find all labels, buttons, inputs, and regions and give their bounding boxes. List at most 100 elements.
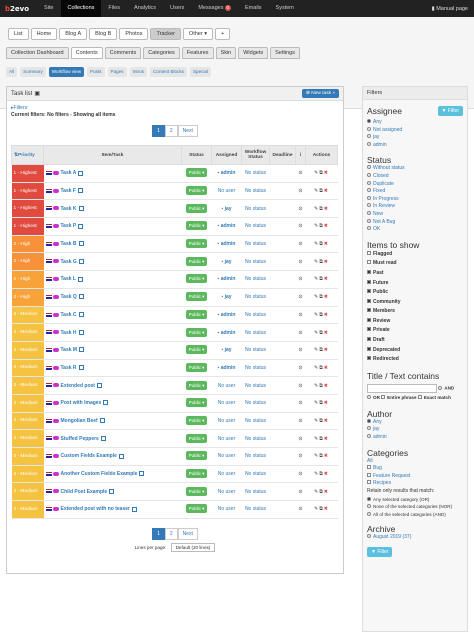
subtab-pages[interactable]: Pages: [107, 67, 127, 77]
info-icon[interactable]: ⊙: [298, 170, 302, 176]
workflow-status-link[interactable]: No status: [245, 365, 266, 371]
info-icon[interactable]: ⊙: [298, 276, 302, 282]
workflow-status-link[interactable]: No status: [245, 206, 266, 212]
priority-cell[interactable]: 3 - Medium: [11, 500, 44, 519]
task-title-link[interactable]: Child Post Example: [61, 489, 108, 495]
manual-page-link[interactable]: ▮ Manual page: [432, 6, 474, 12]
status-dropdown[interactable]: Public ▾: [185, 362, 208, 372]
workflow-status-link[interactable]: No status: [245, 453, 266, 459]
nav-emails[interactable]: Emails: [238, 0, 269, 17]
info-icon[interactable]: ⊙: [298, 206, 302, 212]
task-title-link[interactable]: Task K: [61, 206, 77, 212]
priority-cell[interactable]: 1 - Highest: [11, 182, 44, 201]
assigned-link[interactable]: No user: [218, 506, 236, 512]
status-dropdown[interactable]: Public ▾: [185, 451, 208, 461]
workflow-status-link[interactable]: No status: [245, 276, 266, 282]
assignee-option-3[interactable]: admin: [363, 141, 467, 150]
info-icon[interactable]: ⊙: [298, 188, 302, 194]
items-to-show-1[interactable]: Must read: [363, 259, 467, 269]
info-icon[interactable]: ⊙: [298, 383, 302, 389]
items-to-show-0[interactable]: Flagged: [363, 250, 467, 260]
items-to-show-7[interactable]: Review: [363, 317, 467, 327]
info-icon[interactable]: ⊙: [298, 365, 302, 371]
workflow-status-link[interactable]: No status: [245, 506, 266, 512]
filter-button-top[interactable]: ▼ Filter: [437, 106, 463, 116]
task-title-link[interactable]: Extended post with no teaser: [61, 506, 130, 512]
status-dropdown[interactable]: Public ▾: [185, 239, 208, 249]
col-item-task[interactable]: Item/Task: [43, 145, 182, 165]
task-title-link[interactable]: Task A: [61, 170, 77, 176]
category-feature-request[interactable]: Feature Request: [363, 472, 467, 481]
col-priority[interactable]: ⇅Priority: [11, 145, 44, 165]
tab-settings[interactable]: Settings: [270, 47, 300, 59]
workflow-status-link[interactable]: No status: [245, 418, 266, 424]
tab-widgets[interactable]: Widgets: [238, 47, 269, 59]
priority-cell[interactable]: 3 - Medium: [11, 482, 44, 502]
info-icon[interactable]: ⊙: [298, 506, 302, 512]
edit-small-icon[interactable]: [100, 435, 106, 441]
col-deadline[interactable]: Deadline: [269, 145, 296, 165]
delete-icon[interactable]: ✖: [324, 418, 329, 424]
page-2-button-bottom[interactable]: 2: [164, 527, 178, 540]
info-icon[interactable]: ⊙: [298, 436, 302, 442]
assigned-link[interactable]: admin: [221, 276, 236, 282]
status-option-1[interactable]: Closed: [363, 172, 467, 181]
delete-icon[interactable]: ✖: [324, 259, 329, 265]
delete-icon[interactable]: ✖: [324, 294, 329, 300]
items-to-show-6[interactable]: Members: [363, 307, 467, 317]
items-to-show-10[interactable]: Deprecated: [363, 346, 467, 356]
workflow-status-link[interactable]: No status: [245, 436, 266, 442]
status-dropdown[interactable]: Public ▾: [185, 221, 208, 231]
tab-skin[interactable]: Skin: [215, 47, 237, 59]
assigned-link[interactable]: No user: [218, 471, 236, 477]
info-icon[interactable]: ⊙: [298, 453, 302, 459]
task-title-link[interactable]: Task M: [61, 347, 78, 353]
priority-cell[interactable]: 3 - Medium: [11, 412, 44, 431]
assigned-link[interactable]: admin: [221, 170, 236, 176]
delete-icon[interactable]: ✖: [324, 276, 329, 282]
nav-messages[interactable]: Messages 0: [191, 0, 238, 17]
status-option-6[interactable]: New: [363, 210, 467, 219]
assigned-link[interactable]: No user: [218, 489, 236, 495]
status-dropdown[interactable]: Public ▾: [185, 327, 208, 337]
assigned-link[interactable]: No user: [218, 383, 236, 389]
info-icon[interactable]: ⊙: [298, 223, 302, 229]
workflow-status-link[interactable]: No status: [245, 188, 266, 194]
status-dropdown[interactable]: Public ▾: [185, 168, 208, 178]
print-icon[interactable]: ▣: [34, 90, 40, 97]
task-title-link[interactable]: Stuffed Peppers: [61, 436, 99, 442]
assigned-link[interactable]: admin: [221, 365, 236, 371]
retain-or[interactable]: Any selected category (OR): [363, 496, 467, 504]
status-option-3[interactable]: Fixed: [363, 188, 467, 196]
status-dropdown[interactable]: Public ▾: [185, 292, 208, 302]
delete-icon[interactable]: ✖: [324, 347, 329, 353]
archive-item[interactable]: August 2019 (37): [363, 534, 467, 542]
status-dropdown[interactable]: Public ▾: [185, 415, 208, 425]
assigned-link[interactable]: jay: [225, 259, 232, 265]
add-collection-button[interactable]: +: [214, 28, 231, 40]
status-dropdown[interactable]: Public ▾: [185, 469, 208, 479]
tab-comments[interactable]: Comments: [104, 47, 142, 59]
assigned-link[interactable]: No user: [218, 436, 236, 442]
delete-icon[interactable]: ✖: [324, 312, 329, 318]
subtab-workflow-view[interactable]: Workflow view: [48, 67, 85, 77]
next-page-button-bottom[interactable]: Next: [177, 527, 198, 540]
task-title-link[interactable]: Task L: [61, 276, 76, 282]
edit-small-icon[interactable]: [78, 365, 84, 371]
info-icon[interactable]: ⊙: [298, 418, 302, 424]
status-option-5[interactable]: In Review: [363, 203, 467, 211]
items-to-show-3[interactable]: Future: [363, 279, 467, 289]
delete-icon[interactable]: ✖: [324, 453, 329, 459]
task-title-link[interactable]: Task Q: [61, 294, 77, 300]
priority-cell[interactable]: 1 - Highest: [11, 217, 44, 236]
status-option-8[interactable]: OK: [363, 226, 467, 234]
task-title-link[interactable]: Task B: [61, 241, 77, 247]
nav-users[interactable]: Users: [163, 0, 191, 17]
assigned-link[interactable]: No user: [218, 400, 236, 406]
author-option-1[interactable]: jay: [363, 426, 467, 434]
workflow-status-link[interactable]: No status: [245, 330, 266, 336]
tab-collection-dashboard[interactable]: Collection Dashboard: [6, 47, 69, 59]
edit-small-icon[interactable]: [78, 170, 84, 176]
subtab-special[interactable]: Special: [189, 67, 212, 77]
subtab-posts[interactable]: Posts: [87, 67, 105, 77]
